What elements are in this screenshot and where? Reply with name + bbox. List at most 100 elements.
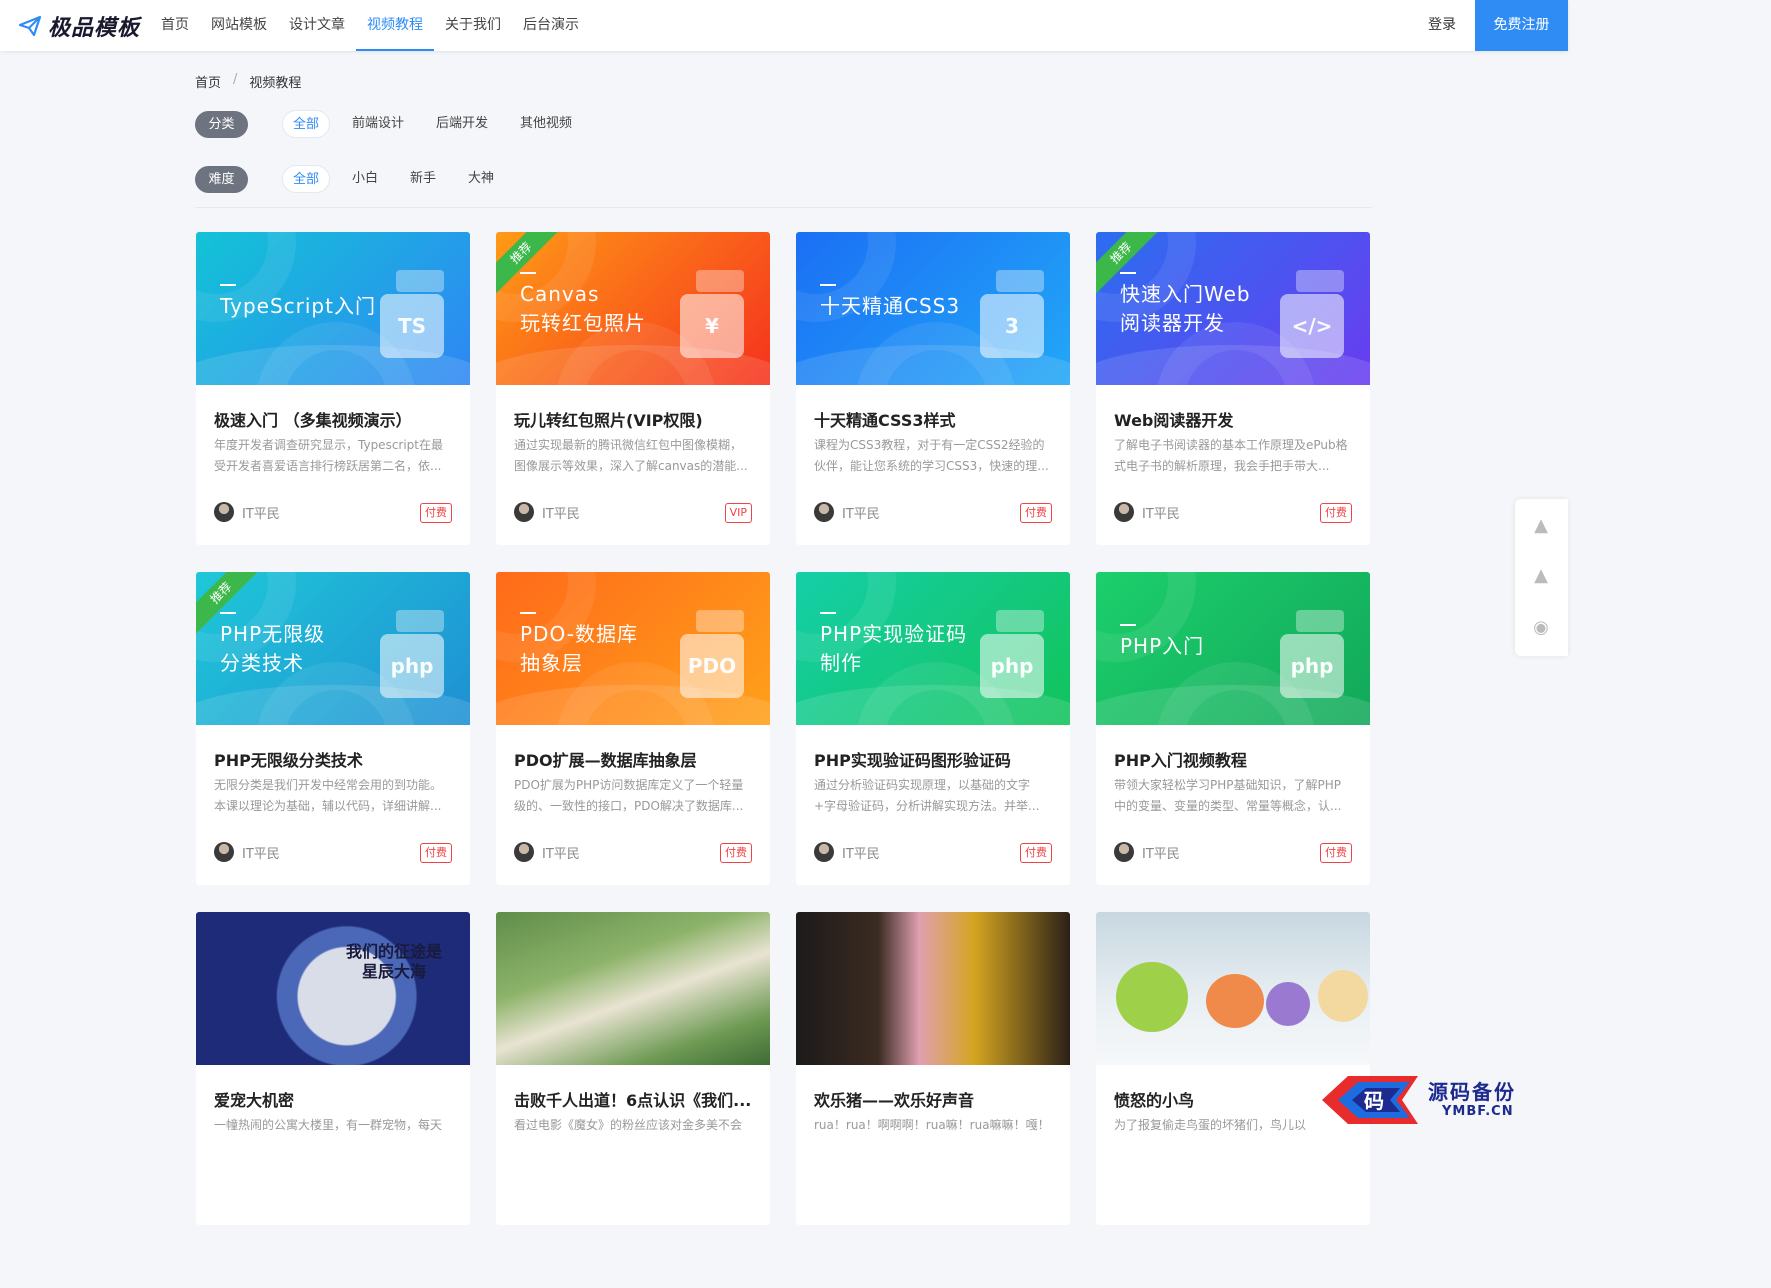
difficulty-option-expert[interactable]: 大神 xyxy=(458,165,504,193)
wechat-icon[interactable]: ◉ xyxy=(1530,617,1552,639)
course-topic-icon: php xyxy=(980,634,1044,698)
card-description: 通过实现最新的腾讯微信红包中图像模糊，图像展示等效果，深入了解canvas的潜能… xyxy=(514,438,748,473)
qq-icon[interactable]: ▲ xyxy=(1530,515,1552,537)
avatar xyxy=(514,842,534,862)
breadcrumb-home[interactable]: 首页 xyxy=(195,72,221,91)
watermark-glyph: 码 xyxy=(1364,1089,1384,1113)
course-card[interactable]: PDO-数据库 抽象层 PDO PDO扩展—数据库抽象层 PDO扩展为PHP访问数… xyxy=(496,572,770,885)
author-name: IT平民 xyxy=(242,506,280,522)
card-description: 无限分类是我们开发中经常会用的到功能。本课以理论为基础，辅以代码，详细讲解... xyxy=(214,778,443,813)
watermark-url: YMBF.CN xyxy=(1442,1104,1514,1119)
author-name: IT平民 xyxy=(542,506,580,522)
difficulty-label: 难度 xyxy=(195,165,248,193)
difficulty-option-novice[interactable]: 新手 xyxy=(400,165,446,193)
category-option-other[interactable]: 其他视频 xyxy=(510,110,582,138)
card-author[interactable]: IT平民 xyxy=(814,502,880,522)
avatar xyxy=(1114,502,1134,522)
qq-icon[interactable]: ▲ xyxy=(1530,565,1552,587)
card-author[interactable]: IT平民 xyxy=(214,842,280,862)
decor-card-icon xyxy=(696,270,744,292)
decor-card-icon xyxy=(396,270,444,292)
thumbnail-title-line: 玩转红包照片 xyxy=(520,311,646,335)
card-title[interactable]: 击败千人出道！6点认识《我们... xyxy=(514,1087,754,1111)
card-title[interactable]: 欢乐猪——欢乐好声音 xyxy=(814,1087,1054,1111)
card-title[interactable]: 玩儿转红包照片(VIP权限) xyxy=(514,407,754,431)
site-logo[interactable]: 极品模板 xyxy=(18,12,141,41)
thumbnail-title: 十天精通CSS3 xyxy=(820,284,960,321)
course-card[interactable]: Canvas 玩转红包照片 ¥ 推荐 玩儿转红包照片(VIP权限) 通过实现最新的… xyxy=(496,232,770,545)
price-badge: 付费 xyxy=(1020,843,1052,863)
card-thumbnail[interactable]: PHP实现验证码 制作 php xyxy=(796,572,1070,725)
difficulty-option-beginner[interactable]: 小白 xyxy=(342,165,388,193)
logo-text: 极品模板 xyxy=(48,16,141,41)
nav-articles[interactable]: 设计文章 xyxy=(278,0,356,51)
course-topic-icon: php xyxy=(1280,634,1344,698)
card-description: 为了报复偷走鸟蛋的坏猪们，鸟儿以 xyxy=(1114,1118,1307,1132)
thumbnail-title-line: Canvas xyxy=(520,282,600,306)
card-thumbnail[interactable]: 快速入门Web 阅读器开发 </> 推荐 xyxy=(1096,232,1370,385)
caption-line: 我们的征途是 xyxy=(345,942,442,961)
difficulty-option-all[interactable]: 全部 xyxy=(282,165,331,193)
card-description: 看过电影《魔女》的粉丝应该对金多美不会 xyxy=(514,1118,743,1132)
card-thumbnail[interactable]: TypeScript入门 TS xyxy=(196,232,470,385)
card-thumbnail[interactable] xyxy=(796,912,1070,1065)
category-label: 分类 xyxy=(195,110,248,138)
thumbnail-title-line: PDO-数据库 xyxy=(520,622,638,646)
card-title[interactable]: 极速入门 （多集视频演示） xyxy=(214,407,454,431)
card-title[interactable]: PHP入门视频教程 xyxy=(1114,747,1354,771)
card-title[interactable]: Web阅读器开发 xyxy=(1114,407,1354,431)
course-card[interactable]: PHP入门 php PHP入门视频教程 带领大家轻松学习PHP基础知识，了解PH… xyxy=(1096,572,1370,885)
card-title[interactable]: PDO扩展—数据库抽象层 xyxy=(514,747,754,771)
course-card[interactable]: 十天精通CSS3 3 十天精通CSS3样式 课程为CSS3教程，对于有一定CSS… xyxy=(796,232,1070,545)
main-nav: 首页 网站模板 设计文章 视频教程 关于我们 后台演示 xyxy=(150,0,590,51)
category-option-all[interactable]: 全部 xyxy=(282,110,331,138)
register-button[interactable]: 免费注册 xyxy=(1475,0,1568,51)
breadcrumb-current: 视频教程 xyxy=(249,76,302,91)
card-thumbnail[interactable]: PHP入门 php xyxy=(1096,572,1370,725)
card-thumbnail[interactable] xyxy=(496,912,770,1065)
author-name: IT平民 xyxy=(542,846,580,862)
nav-templates[interactable]: 网站模板 xyxy=(200,0,278,51)
category-option-backend[interactable]: 后端开发 xyxy=(426,110,498,138)
card-thumbnail[interactable]: PDO-数据库 抽象层 PDO xyxy=(496,572,770,725)
nav-videos[interactable]: 视频教程 xyxy=(356,0,434,51)
card-title[interactable]: PHP无限级分类技术 xyxy=(214,747,454,771)
card-author[interactable]: IT平民 xyxy=(214,502,280,522)
decor-card-icon xyxy=(996,610,1044,632)
card-thumbnail[interactable]: 十天精通CSS3 3 xyxy=(796,232,1070,385)
card-thumbnail[interactable]: Canvas 玩转红包照片 ¥ 推荐 xyxy=(496,232,770,385)
avatar xyxy=(214,842,234,862)
course-card[interactable]: TypeScript入门 TS 极速入门 （多集视频演示） 年度开发者调查研究显… xyxy=(196,232,470,545)
course-card[interactable]: PHP无限级 分类技术 php 推荐 PHP无限级分类技术 无限分类是我们开发中经… xyxy=(196,572,470,885)
nav-admin-demo[interactable]: 后台演示 xyxy=(512,0,590,51)
thumbnail-title-line: 分类技术 xyxy=(220,651,304,675)
card-author[interactable]: IT平民 xyxy=(514,842,580,862)
card-thumbnail[interactable]: 我们的征途是 星辰大海 xyxy=(196,912,470,1065)
course-card[interactable]: 我们的征途是 星辰大海 爱宠大机密 一幢热闹的公寓大楼里，有一群宠物，每天 xyxy=(196,912,470,1225)
course-card[interactable]: 欢乐猪——欢乐好声音 rua！rua！啊啊啊！rua嘛！rua嘛嘛！嘎！ xyxy=(796,912,1070,1225)
avatar xyxy=(214,502,234,522)
nav-about[interactable]: 关于我们 xyxy=(434,0,512,51)
course-card[interactable]: 快速入门Web 阅读器开发 </> 推荐 Web阅读器开发 了解电子书阅读器的基本… xyxy=(1096,232,1370,545)
category-option-frontend[interactable]: 前端设计 xyxy=(342,110,414,138)
card-thumbnail[interactable] xyxy=(1096,912,1370,1065)
card-description: PDO扩展为PHP访问数据库定义了一个轻量级的、一致性的接口，PDO解决了数据库… xyxy=(514,778,744,813)
course-topic-icon: 3 xyxy=(980,294,1044,358)
card-author[interactable]: IT平民 xyxy=(814,842,880,862)
card-title[interactable]: 爱宠大机密 xyxy=(214,1087,454,1111)
thumbnail-title: PHP无限级 分类技术 xyxy=(220,612,325,678)
course-card[interactable]: PHP实现验证码 制作 php PHP实现验证码图形验证码 通过分析验证码实现原理… xyxy=(796,572,1070,885)
card-description: 课程为CSS3教程，对于有一定CSS2经验的伙伴，能让您系统的学习CSS3，快速… xyxy=(814,438,1049,473)
watermark-text: 源码备份 xyxy=(1428,1080,1516,1104)
card-author[interactable]: IT平民 xyxy=(514,502,580,522)
login-link[interactable]: 登录 xyxy=(1428,0,1456,51)
card-author[interactable]: IT平民 xyxy=(1114,502,1180,522)
nav-home[interactable]: 首页 xyxy=(150,0,200,51)
course-card[interactable]: 击败千人出道！6点认识《我们... 看过电影《魔女》的粉丝应该对金多美不会 xyxy=(496,912,770,1225)
card-title[interactable]: 十天精通CSS3样式 xyxy=(814,407,1054,431)
card-title[interactable]: PHP实现验证码图形验证码 xyxy=(814,747,1054,771)
card-description: 通过分析验证码实现原理，以基础的文字+字母验证码，分析讲解实现方法。并举... xyxy=(814,778,1040,813)
thumbnail-title: PHP实现验证码 制作 xyxy=(820,612,967,678)
card-author[interactable]: IT平民 xyxy=(1114,842,1180,862)
card-thumbnail[interactable]: PHP无限级 分类技术 php 推荐 xyxy=(196,572,470,725)
